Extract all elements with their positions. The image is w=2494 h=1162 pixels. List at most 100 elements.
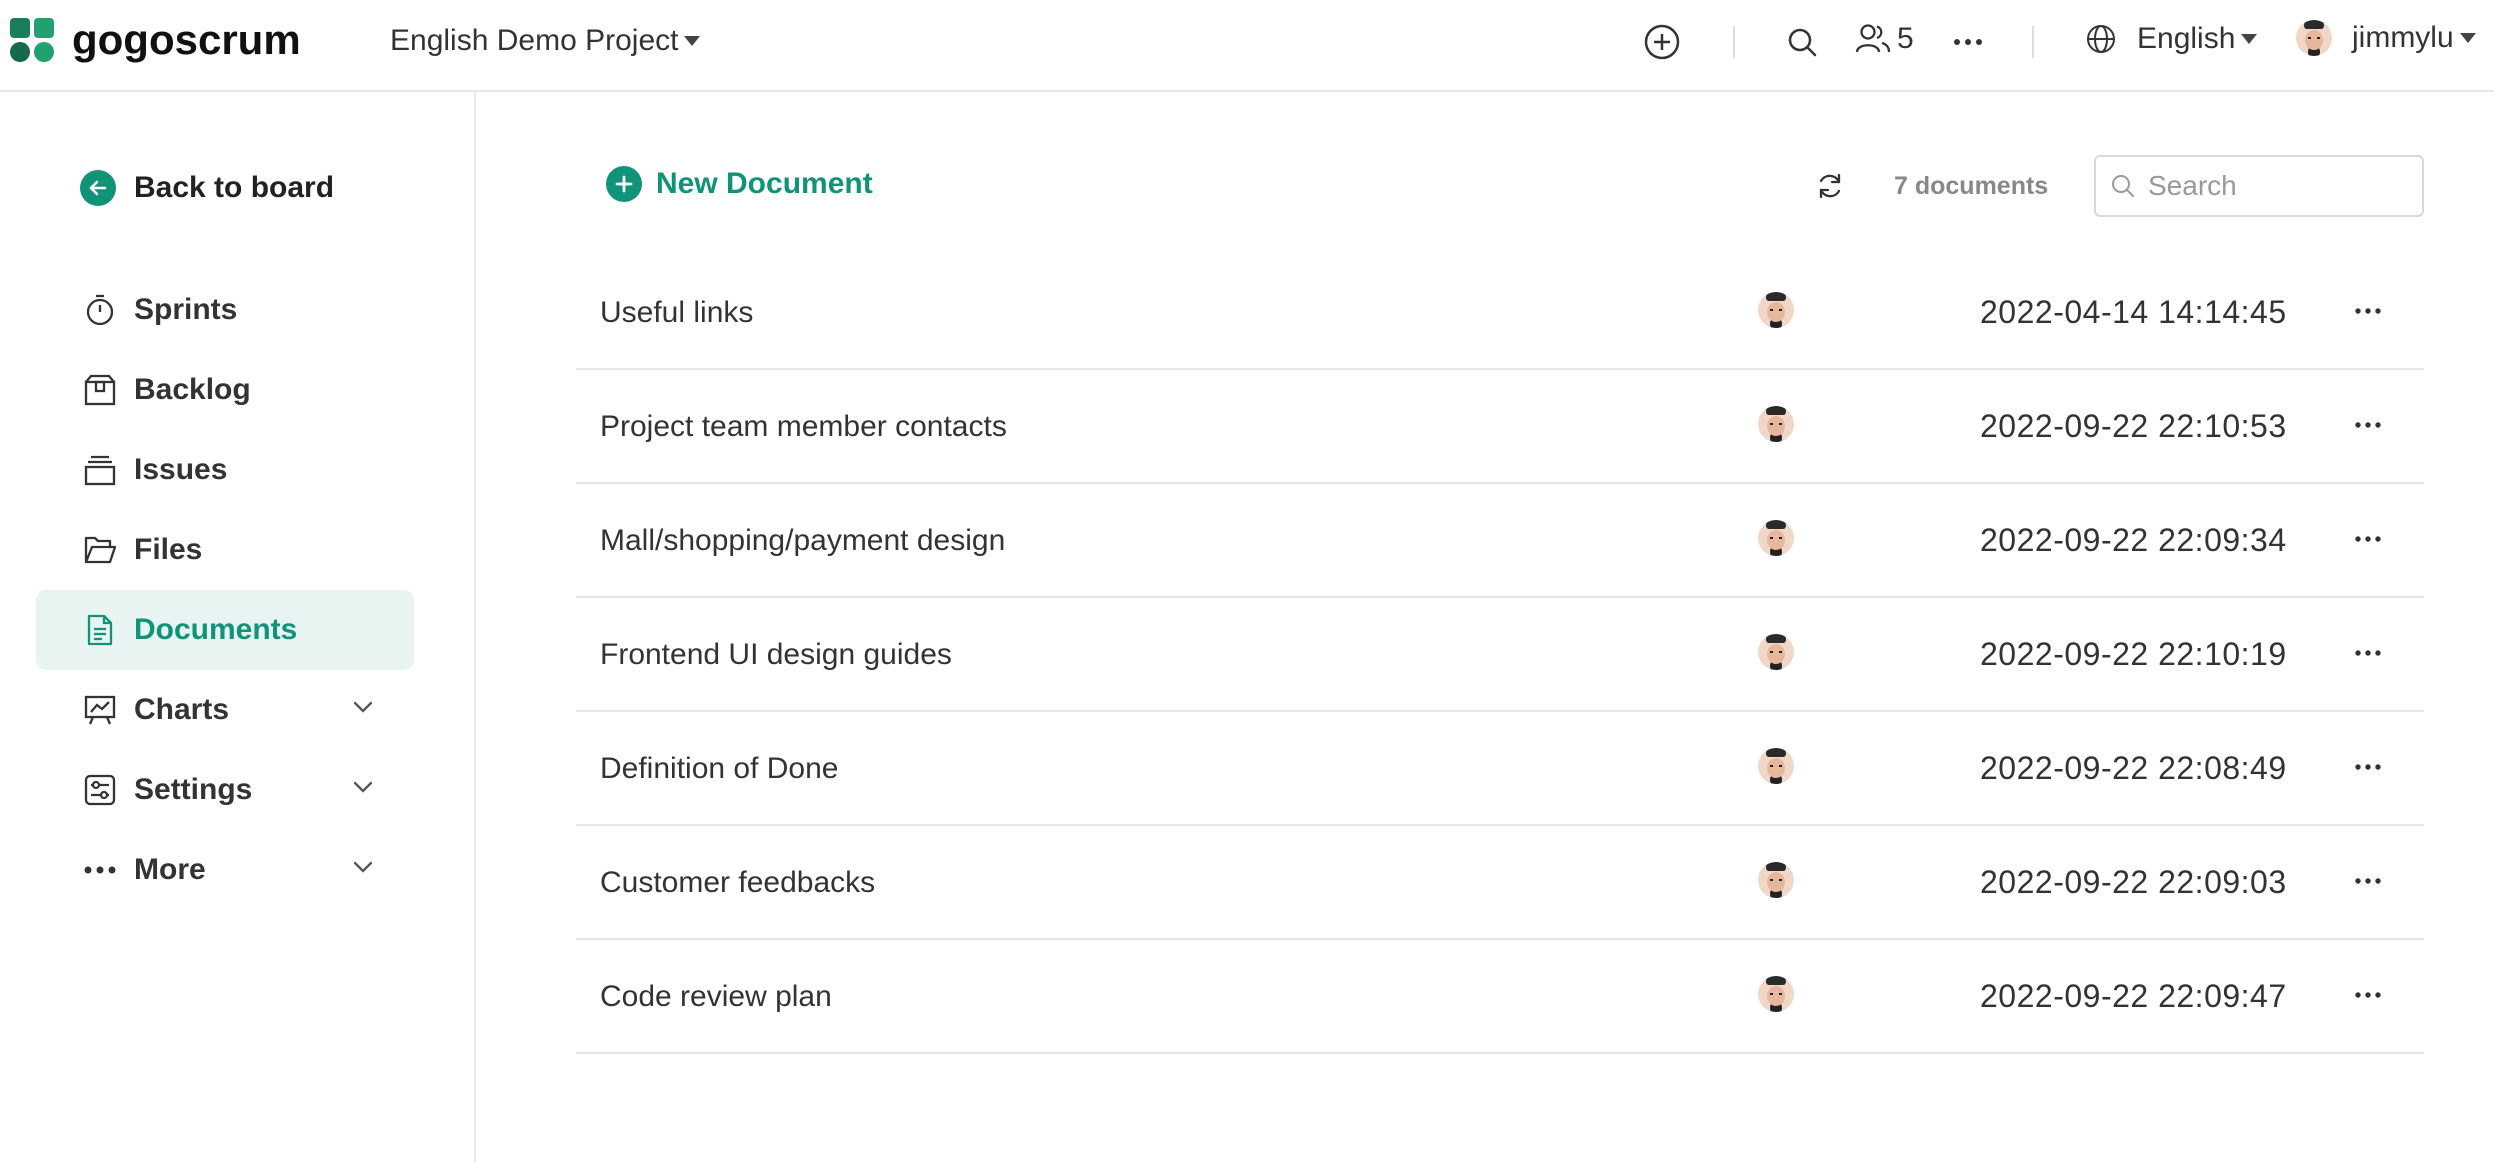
row-more-button[interactable]	[2348, 752, 2388, 782]
document-date: 2022-09-22 22:09:47	[1980, 978, 2287, 1014]
settings-icon	[82, 772, 118, 808]
members-button[interactable]: 5	[1855, 22, 1914, 56]
document-date: 2022-09-22 22:09:34	[1980, 522, 2287, 558]
document-title[interactable]: Useful links	[600, 296, 753, 330]
author-avatar	[1758, 862, 1794, 898]
more-horizontal-icon	[2355, 422, 2381, 428]
document-list: Useful links 2022-04-14 14:14:45 Project…	[576, 256, 2424, 1054]
sidebar-item-label: Settings	[134, 773, 253, 806]
list-item[interactable]: Project team member contacts 2022-09-22 …	[576, 370, 2424, 484]
row-more-button[interactable]	[2348, 296, 2388, 326]
back-to-board-button[interactable]: Back to board	[80, 170, 334, 206]
document-title[interactable]: Definition of Done	[600, 752, 838, 786]
more-horizontal-icon	[2355, 992, 2381, 998]
project-selector[interactable]: English Demo Project	[390, 24, 701, 58]
stack-icon	[82, 452, 118, 488]
header-divider	[2032, 26, 2034, 58]
document-date: 2022-04-14 14:14:45	[1980, 294, 2287, 330]
document-title[interactable]: Customer feedbacks	[600, 866, 875, 900]
logo-mark-icon	[10, 18, 58, 62]
logo-text: gogoscrum	[72, 16, 301, 63]
caret-down-icon	[2241, 34, 2258, 44]
row-more-button[interactable]	[2348, 980, 2388, 1010]
document-icon	[82, 612, 118, 648]
author-avatar	[1758, 634, 1794, 670]
sidebar-item-label: Backlog	[134, 373, 251, 406]
chevron-down-icon[interactable]	[352, 700, 374, 714]
search-field[interactable]	[2094, 155, 2424, 217]
search-icon	[2112, 175, 2134, 197]
row-more-button[interactable]	[2348, 524, 2388, 554]
row-more-button[interactable]	[2348, 866, 2388, 896]
document-title[interactable]: Project team member contacts	[600, 410, 1007, 444]
document-count: 7 documents	[1894, 172, 2049, 200]
more-horizontal-icon	[2355, 650, 2381, 656]
sidebar-item-documents[interactable]: Documents	[36, 590, 414, 670]
document-date: 2022-09-22 22:10:19	[1980, 636, 2287, 672]
timer-icon	[82, 292, 118, 328]
add-circle-icon	[1644, 24, 1680, 60]
caret-down-icon	[684, 36, 701, 46]
chevron-down-icon[interactable]	[352, 860, 374, 874]
language-selector[interactable]: English	[2085, 22, 2258, 56]
sidebar-item-label: Files	[134, 533, 203, 566]
sidebar-item-files[interactable]: Files	[36, 510, 414, 590]
dots-icon	[82, 852, 118, 888]
sidebar-item-label: Charts	[134, 693, 230, 726]
users-icon	[1855, 24, 1891, 53]
member-count: 5	[1897, 22, 1914, 55]
sidebar-item-backlog[interactable]: Backlog	[36, 350, 414, 430]
back-arrow-icon	[80, 170, 116, 206]
list-item[interactable]: Mall/shopping/payment design 2022-09-22 …	[576, 484, 2424, 598]
sidebar-item-more[interactable]: More	[36, 830, 414, 910]
add-circle-button[interactable]	[1642, 22, 1682, 62]
document-date: 2022-09-22 22:10:53	[1980, 408, 2287, 444]
author-avatar	[1758, 748, 1794, 784]
document-title[interactable]: Code review plan	[600, 980, 832, 1014]
more-horizontal-icon	[2355, 878, 2381, 884]
document-date: 2022-09-22 22:09:03	[1980, 864, 2287, 900]
list-item[interactable]: Code review plan 2022-09-22 22:09:47	[576, 940, 2424, 1054]
document-title[interactable]: Mall/shopping/payment design	[600, 524, 1005, 558]
list-item[interactable]: Useful links 2022-04-14 14:14:45	[576, 256, 2424, 370]
search-input[interactable]	[2148, 170, 2408, 202]
new-document-button[interactable]: New Document	[606, 166, 873, 202]
refresh-icon	[1819, 173, 1841, 199]
list-item[interactable]: Definition of Done 2022-09-22 22:08:49	[576, 712, 2424, 826]
author-avatar	[1758, 520, 1794, 556]
list-item[interactable]: Customer feedbacks 2022-09-22 22:09:03	[576, 826, 2424, 940]
plus-icon	[606, 166, 642, 202]
row-more-button[interactable]	[2348, 638, 2388, 668]
more-header-button[interactable]	[1948, 22, 1988, 62]
author-avatar	[1758, 292, 1794, 328]
sidebar-item-label: Sprints	[134, 293, 238, 326]
sidebar: Back to board Sprints Backlog Issues Fil…	[0, 92, 476, 1162]
more-horizontal-icon	[2355, 764, 2381, 770]
search-button[interactable]	[1782, 22, 1822, 62]
sidebar-item-issues[interactable]: Issues	[36, 430, 414, 510]
folder-icon	[82, 532, 118, 568]
sidebar-item-sprints[interactable]: Sprints	[36, 270, 414, 350]
new-document-label: New Document	[656, 167, 873, 200]
logo[interactable]: gogoscrum	[10, 18, 301, 62]
sidebar-item-label: Documents	[134, 613, 298, 646]
chevron-down-icon[interactable]	[352, 780, 374, 794]
top-header: gogoscrum English Demo Project 5 English…	[0, 0, 2494, 92]
globe-icon	[2087, 25, 2115, 53]
author-avatar	[1758, 406, 1794, 442]
author-avatar	[1758, 976, 1794, 1012]
sidebar-item-settings[interactable]: Settings	[36, 750, 414, 830]
search-icon	[1788, 28, 1817, 57]
user-menu[interactable]: jimmylu	[2296, 20, 2476, 56]
project-name: English Demo Project	[390, 24, 679, 57]
refresh-button[interactable]	[1812, 168, 1848, 204]
row-more-button[interactable]	[2348, 410, 2388, 440]
sidebar-item-charts[interactable]: Charts	[36, 670, 414, 750]
document-title[interactable]: Frontend UI design guides	[600, 638, 952, 672]
caret-down-icon	[2459, 33, 2476, 43]
list-item[interactable]: Frontend UI design guides 2022-09-22 22:…	[576, 598, 2424, 712]
header-divider	[1733, 26, 1735, 58]
sidebar-item-label: More	[134, 853, 206, 886]
username: jimmylu	[2352, 21, 2454, 54]
more-horizontal-icon	[2355, 308, 2381, 314]
